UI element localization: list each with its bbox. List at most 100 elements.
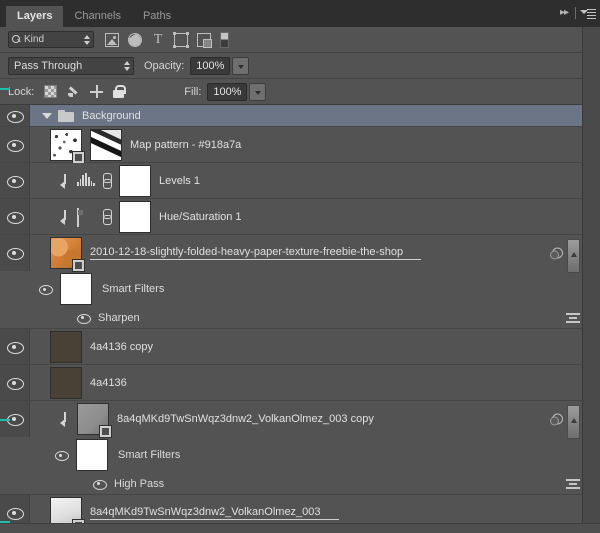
layer-name-map-pattern[interactable]: Map pattern - #918a7a: [130, 139, 241, 151]
eye-icon: [7, 248, 24, 260]
blend-mode-dropdown[interactable]: Pass Through: [8, 56, 134, 75]
panel-bottom-strip: [0, 523, 600, 533]
visibility-toggle-background-group[interactable]: [0, 105, 30, 126]
tab-layers[interactable]: Layers: [6, 6, 64, 27]
filter-toggle-switch-icon[interactable]: [220, 31, 229, 48]
smart-filters-row-volkan-copy[interactable]: Smart Filters: [0, 437, 600, 473]
pixel-layers-filter-icon[interactable]: [105, 32, 119, 47]
clipping-mask-icon: [60, 173, 71, 189]
layer-thumbnail-4a4136-copy[interactable]: [50, 330, 82, 363]
layer-effects-icon[interactable]: [550, 413, 563, 426]
chevron-down-icon[interactable]: [42, 112, 52, 119]
tab-channels[interactable]: Channels: [63, 6, 132, 27]
smart-filter-name-sharpen[interactable]: Sharpen: [98, 312, 140, 324]
layer-thumbnail-4a4136[interactable]: [50, 366, 82, 399]
layer-thumbnail-volkan-003-copy[interactable]: [77, 403, 112, 438]
visibility-toggle-filter-high-pass[interactable]: [84, 479, 114, 490]
layer-thumbnail-map-pattern[interactable]: [50, 128, 85, 164]
visibility-toggle-levels-1[interactable]: [0, 163, 30, 198]
adjustment-layers-filter-icon[interactable]: [128, 32, 142, 47]
visibility-toggle-4a4136[interactable]: [0, 365, 30, 400]
layer-row-background-group[interactable]: Background: [0, 105, 600, 127]
visibility-toggle-map-pattern[interactable]: [0, 127, 30, 162]
smart-filters-label-paper: Smart Filters: [102, 283, 165, 295]
layer-name-volkan-003[interactable]: 8a4qMKd9TwSnWqz3dnw2_VolkanOlmez_003: [90, 506, 339, 520]
smart-filter-row-high-pass[interactable]: High Pass: [0, 473, 600, 495]
collapse-to-icons-icon[interactable]: ▸▸: [557, 7, 571, 19]
filter-blending-options-icon[interactable]: [566, 479, 580, 490]
lock-image-pixels-icon[interactable]: [67, 85, 80, 98]
layer-thumbnail-paper-texture[interactable]: [50, 237, 85, 272]
layer-row-paper-texture[interactable]: 2010-12-18-slightly-folded-heavy-paper-t…: [0, 235, 600, 273]
eye-icon: [55, 451, 69, 461]
layer-row-4a4136[interactable]: 4a4136: [0, 365, 600, 401]
hue-saturation-adjustment-icon[interactable]: [77, 207, 95, 227]
fill-input[interactable]: 100%: [207, 82, 248, 101]
eye-icon: [77, 313, 91, 324]
eye-icon: [39, 285, 53, 295]
lock-position-icon[interactable]: [90, 85, 104, 98]
lock-all-icon[interactable]: [113, 85, 127, 98]
smart-object-badge-icon: [72, 150, 85, 164]
smart-filters-mask-thumbnail-volkan[interactable]: [76, 439, 108, 471]
tab-paths[interactable]: Paths: [131, 6, 183, 27]
chevron-updown-icon: [123, 60, 130, 72]
clipping-mask-icon: [60, 209, 71, 225]
smart-filters-mask-thumbnail-paper[interactable]: [60, 273, 92, 305]
smart-object-badge-icon: [72, 259, 85, 272]
layer-row-hue-saturation-1[interactable]: Hue/Saturation 1: [0, 199, 600, 235]
link-icon[interactable]: [101, 209, 112, 225]
filter-kind-dropdown[interactable]: Kind: [8, 31, 94, 48]
levels-adjustment-icon[interactable]: [77, 172, 96, 189]
smart-object-layers-filter-icon[interactable]: [197, 32, 212, 48]
eye-icon: [7, 341, 24, 354]
smart-filter-name-high-pass[interactable]: High Pass: [114, 478, 164, 490]
blend-mode-value: Pass Through: [14, 59, 83, 72]
eye-icon: [93, 479, 107, 490]
visibility-toggle-smart-filters-volkan[interactable]: [46, 451, 76, 461]
layer-mask-thumbnail-levels-1[interactable]: [119, 164, 151, 197]
opacity-input[interactable]: 100%: [190, 56, 231, 75]
panel-menu-icon[interactable]: [580, 7, 596, 19]
filter-kind-label: Kind: [24, 34, 45, 45]
folder-icon: [58, 109, 74, 122]
layer-row-levels-1[interactable]: Levels 1: [0, 163, 600, 199]
visibility-toggle-4a4136-copy[interactable]: [0, 329, 30, 364]
fill-stepper-button[interactable]: [249, 82, 267, 101]
layer-name-background-group[interactable]: Background: [82, 110, 141, 122]
layer-row-map-pattern[interactable]: Map pattern - #918a7a: [0, 127, 600, 164]
visibility-toggle-paper-texture[interactable]: [0, 235, 30, 271]
eye-icon: [7, 139, 24, 152]
layer-name-4a4136-copy[interactable]: 4a4136 copy: [90, 341, 153, 353]
visibility-toggle-smart-filters-paper[interactable]: [30, 285, 60, 295]
filter-blending-options-icon[interactable]: [566, 313, 580, 324]
visibility-toggle-hue-saturation-1[interactable]: [0, 199, 30, 234]
visibility-toggle-filter-sharpen[interactable]: [68, 313, 98, 324]
layer-name-volkan-003-copy[interactable]: 8a4qMKd9TwSnWqz3dnw2_VolkanOlmez_003 cop…: [117, 413, 374, 425]
type-layers-filter-icon[interactable]: T: [151, 32, 165, 47]
layer-effects-icon[interactable]: [550, 247, 563, 260]
guide-marker: [0, 521, 10, 523]
opacity-label: Opacity:: [144, 59, 185, 72]
chevron-updown-icon: [83, 35, 90, 46]
smart-filters-row-paper-texture[interactable]: Smart Filters: [0, 271, 600, 307]
opacity-stepper-button[interactable]: [232, 56, 250, 75]
layer-name-paper-texture[interactable]: 2010-12-18-slightly-folded-heavy-paper-t…: [90, 246, 422, 260]
layer-name-hue-saturation-1[interactable]: Hue/Saturation 1: [159, 211, 242, 223]
layer-mask-thumbnail-map-pattern[interactable]: [90, 128, 122, 161]
fill-label: Fill:: [184, 85, 202, 98]
layer-scroll-thumb[interactable]: [567, 405, 580, 439]
guide-marker: [0, 419, 10, 421]
layer-row-4a4136-copy[interactable]: 4a4136 copy: [0, 329, 600, 365]
layer-name-4a4136[interactable]: 4a4136: [90, 377, 127, 389]
layer-row-volkan-003-copy[interactable]: 8a4qMKd9TwSnWqz3dnw2_VolkanOlmez_003 cop…: [0, 401, 600, 439]
layer-mask-thumbnail-hue-saturation-1[interactable]: [119, 200, 151, 233]
smart-filter-row-sharpen[interactable]: Sharpen: [0, 307, 600, 329]
shape-layers-filter-icon[interactable]: [173, 31, 189, 48]
magnifier-icon: [12, 35, 21, 44]
layer-scroll-thumb[interactable]: [567, 239, 580, 273]
link-icon[interactable]: [101, 173, 112, 189]
panel-header-controls: ▸▸: [557, 7, 596, 19]
lock-transparent-pixels-icon[interactable]: [44, 85, 58, 98]
layer-name-levels-1[interactable]: Levels 1: [159, 175, 200, 187]
